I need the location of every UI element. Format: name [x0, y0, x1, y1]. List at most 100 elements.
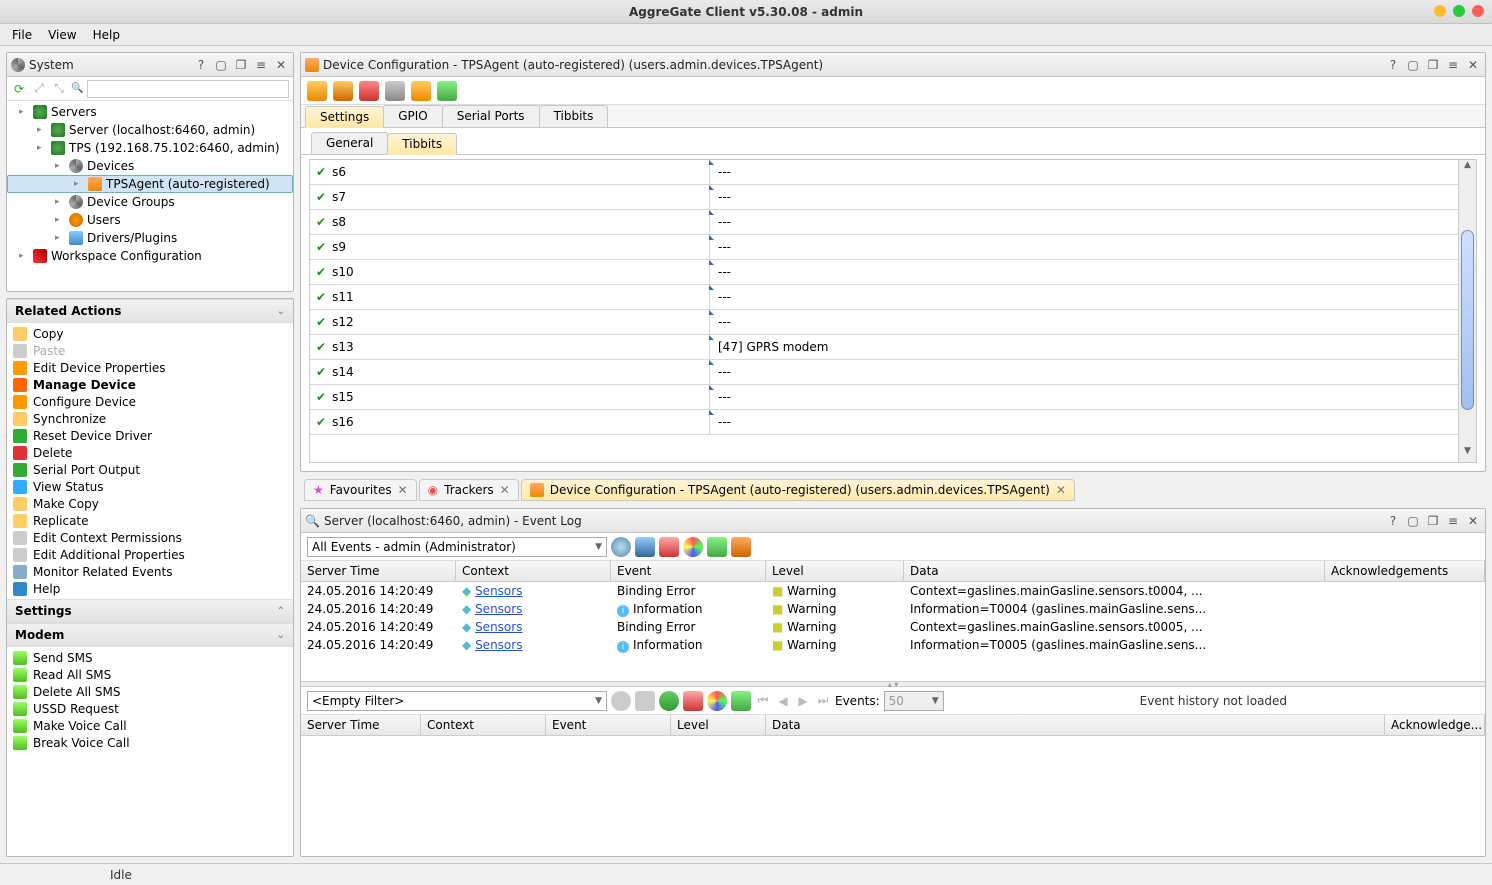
- modem-action-item[interactable]: Send SMS: [11, 649, 289, 666]
- tree-node[interactable]: ▸Drivers/Plugins: [7, 229, 293, 247]
- options-icon[interactable]: ≡: [1445, 57, 1461, 73]
- action-item[interactable]: Replicate: [11, 512, 289, 529]
- table-row[interactable]: ✔s8---: [310, 210, 1458, 235]
- tree-node[interactable]: ▸Users: [7, 211, 293, 229]
- toolbar-icon-2[interactable]: [333, 81, 353, 101]
- options-icon[interactable]: ≡: [253, 57, 269, 73]
- action-item[interactable]: View Status: [11, 478, 289, 495]
- scroll-up-icon[interactable]: ▲: [1459, 160, 1476, 176]
- col-context[interactable]: Context: [456, 561, 611, 581]
- tab-serial-ports[interactable]: Serial Ports: [442, 105, 540, 127]
- window-icon[interactable]: ▢: [1405, 57, 1421, 73]
- save-icon[interactable]: [437, 81, 457, 101]
- expand-icon[interactable]: ▸: [37, 125, 47, 135]
- expand-icon[interactable]: ▸: [55, 215, 65, 225]
- close-tab-icon[interactable]: ✕: [500, 483, 510, 497]
- event-row[interactable]: 24.05.2016 14:20:49◆ SensorsiInformation…: [301, 600, 1485, 618]
- tree-node[interactable]: ▸Servers: [7, 103, 293, 121]
- event-row[interactable]: 24.05.2016 14:20:49◆ SensorsBinding Erro…: [301, 582, 1485, 600]
- expand-icon[interactable]: ▸: [74, 179, 84, 189]
- action-item[interactable]: Monitor Related Events: [11, 563, 289, 580]
- table-row[interactable]: ✔s6---: [310, 160, 1458, 185]
- table-row[interactable]: ✔s14---: [310, 360, 1458, 385]
- toolbar-icon-1[interactable]: [307, 81, 327, 101]
- tree-node[interactable]: ▸TPS (192.168.75.102:6460, admin): [7, 139, 293, 157]
- close-tab-icon[interactable]: ✕: [1056, 483, 1066, 497]
- col-server-time[interactable]: Server Time: [301, 715, 421, 735]
- restore-icon[interactable]: ❐: [233, 57, 249, 73]
- action-item[interactable]: Manage Device: [11, 376, 289, 393]
- context-link[interactable]: Sensors: [475, 602, 522, 616]
- tree-node[interactable]: ▸Device Groups: [7, 193, 293, 211]
- last-icon[interactable]: ⏭: [815, 693, 831, 709]
- expand-icon[interactable]: ▸: [19, 107, 29, 117]
- expand-icon[interactable]: ▸: [55, 161, 65, 171]
- action-item[interactable]: Help: [11, 580, 289, 597]
- scroll-thumb[interactable]: [1461, 230, 1474, 410]
- action-item[interactable]: Delete: [11, 444, 289, 461]
- scrollbar[interactable]: ▲ ▼: [1458, 160, 1476, 462]
- menu-help[interactable]: Help: [85, 26, 128, 44]
- expand-icon[interactable]: ▸: [37, 143, 47, 153]
- action-item[interactable]: Serial Port Output: [11, 461, 289, 478]
- subtab-general[interactable]: General: [311, 132, 388, 154]
- globe-icon[interactable]: [611, 537, 631, 557]
- tab-gpio[interactable]: GPIO: [383, 105, 443, 127]
- table-row[interactable]: ✔s11---: [310, 285, 1458, 310]
- context-link[interactable]: Sensors: [475, 620, 522, 634]
- prev-icon[interactable]: ◀: [775, 693, 791, 709]
- next-icon[interactable]: ▶: [795, 693, 811, 709]
- col-level[interactable]: Level: [671, 715, 766, 735]
- refresh-icon[interactable]: ⟳: [11, 81, 27, 97]
- system-tree[interactable]: ▸Servers▸Server (localhost:6460, admin)▸…: [7, 101, 293, 291]
- doc-tab-device-config[interactable]: Device Configuration - TPSAgent (auto-re…: [521, 479, 1075, 501]
- lock-icon[interactable]: [385, 81, 405, 101]
- minimize-button[interactable]: [1434, 5, 1446, 17]
- tree-node[interactable]: ▸Workspace Configuration: [7, 247, 293, 265]
- tree-node[interactable]: ▸Server (localhost:6460, admin): [7, 121, 293, 139]
- tab-settings[interactable]: Settings: [305, 106, 384, 128]
- context-link[interactable]: Sensors: [475, 638, 522, 652]
- modem-action-item[interactable]: Read All SMS: [11, 666, 289, 683]
- expand-icon[interactable]: ⤢: [31, 81, 47, 97]
- col-ack[interactable]: Acknowledgements: [1325, 561, 1485, 581]
- modem-action-item[interactable]: Make Voice Call: [11, 717, 289, 734]
- toolbar-icon-3[interactable]: [359, 81, 379, 101]
- delete-icon[interactable]: [659, 537, 679, 557]
- subtab-tibbits[interactable]: Tibbits: [387, 133, 457, 155]
- table-row[interactable]: ✔s13[47] GPRS modem: [310, 335, 1458, 360]
- expand-icon[interactable]: ▸: [19, 251, 29, 261]
- action-item[interactable]: Copy: [11, 325, 289, 342]
- expand-icon[interactable]: ▸: [55, 197, 65, 207]
- tab-tibbits[interactable]: Tibbits: [539, 105, 609, 127]
- modem-action-item[interactable]: Break Voice Call: [11, 734, 289, 751]
- events-count-combo[interactable]: 50 ▼: [884, 691, 944, 711]
- action-item[interactable]: Synchronize: [11, 410, 289, 427]
- restore-icon[interactable]: ❐: [1425, 513, 1441, 529]
- close-panel-icon[interactable]: ✕: [1465, 513, 1481, 529]
- action-item[interactable]: Edit Additional Properties: [11, 546, 289, 563]
- globe-icon[interactable]: [611, 691, 631, 711]
- window-icon[interactable]: ▢: [1405, 513, 1421, 529]
- event-row[interactable]: 24.05.2016 14:20:49◆ SensorsiInformation…: [301, 636, 1485, 654]
- settings-header[interactable]: Settings ⌃: [7, 599, 293, 623]
- restore-icon[interactable]: ❐: [1425, 57, 1441, 73]
- folder-icon[interactable]: [411, 81, 431, 101]
- table-row[interactable]: ✔s10---: [310, 260, 1458, 285]
- col-event[interactable]: Event: [546, 715, 671, 735]
- chart-icon[interactable]: [683, 537, 703, 557]
- action-item[interactable]: Edit Device Properties: [11, 359, 289, 376]
- action-item[interactable]: Reset Device Driver: [11, 427, 289, 444]
- help-icon[interactable]: ?: [1385, 513, 1401, 529]
- help-icon[interactable]: ?: [1385, 57, 1401, 73]
- col-data[interactable]: Data: [904, 561, 1325, 581]
- col-data[interactable]: Data: [766, 715, 1385, 735]
- save-icon[interactable]: [731, 691, 751, 711]
- close-tab-icon[interactable]: ✕: [398, 483, 408, 497]
- context-link[interactable]: Sensors: [475, 584, 522, 598]
- expand-icon[interactable]: ▸: [55, 233, 65, 243]
- col-server-time[interactable]: Server Time: [301, 561, 456, 581]
- close-button[interactable]: [1472, 5, 1484, 17]
- col-ack[interactable]: Acknowledge...: [1385, 715, 1485, 735]
- save-icon[interactable]: [707, 537, 727, 557]
